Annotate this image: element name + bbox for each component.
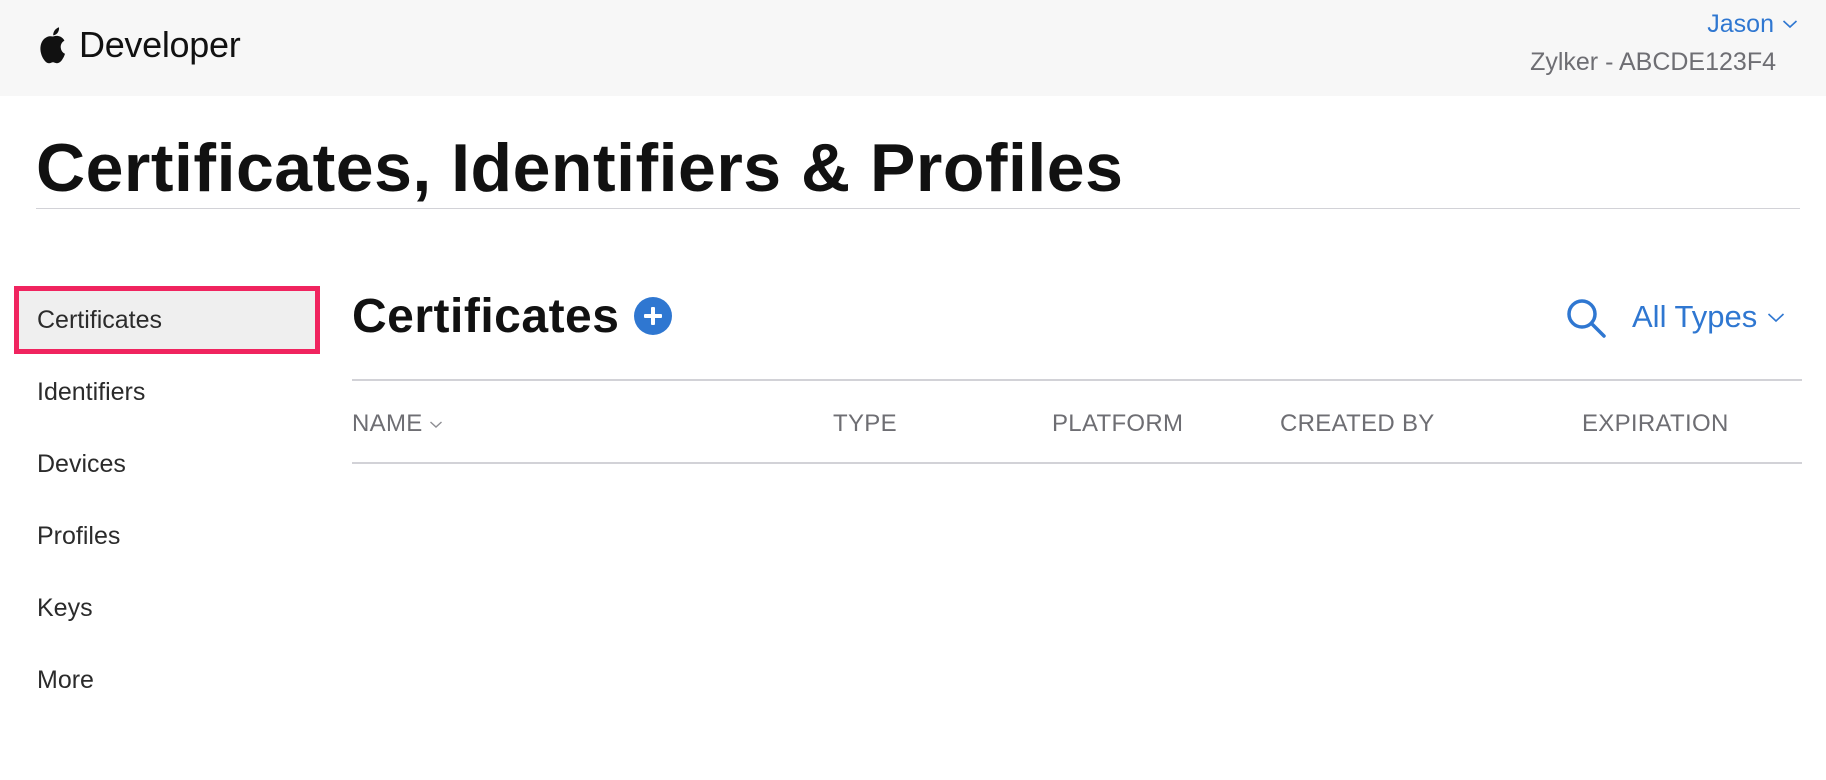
brand-name: Developer [79, 24, 241, 65]
sidebar-item-keys[interactable]: Keys [14, 574, 320, 642]
column-header-name[interactable]: NAME [352, 404, 443, 444]
sidebar-item-label: Keys [37, 593, 93, 622]
developer-home-link[interactable]: Developer [37, 20, 241, 70]
column-header-label: NAME [352, 410, 423, 437]
sidebar-item-identifiers[interactable]: Identifiers [14, 358, 320, 426]
column-header-label: EXPIRATION [1582, 410, 1729, 437]
top-navigation-bar: Developer Jason Zylker - ABCDE123F4 [0, 0, 1826, 96]
column-header-label: TYPE [833, 410, 897, 437]
sidebar-item-label: Identifiers [37, 377, 146, 406]
sidebar-item-label: Certificates [37, 305, 163, 334]
column-header-expiration[interactable]: EXPIRATION [1582, 404, 1729, 444]
column-header-label: PLATFORM [1052, 410, 1184, 437]
sidebar-item-more[interactable]: More [14, 646, 320, 714]
search-icon [1567, 299, 1606, 338]
table-header-divider [352, 462, 1802, 464]
user-menu[interactable]: Jason [1707, 8, 1798, 40]
table-top-divider [352, 379, 1802, 381]
type-filter-label: All Types [1632, 299, 1758, 334]
type-filter-dropdown[interactable]: All Types [1632, 296, 1785, 338]
add-certificate-button[interactable] [633, 296, 673, 336]
column-header-platform[interactable]: PLATFORM [1052, 404, 1183, 444]
chevron-down-icon [1782, 19, 1798, 29]
sidebar-item-certificates[interactable]: Certificates [14, 286, 320, 354]
chevron-down-icon [429, 420, 443, 429]
search-button[interactable] [1563, 295, 1611, 343]
sidebar-item-label: Devices [37, 449, 126, 478]
chevron-down-icon [1767, 312, 1785, 323]
sidebar-item-label: Profiles [37, 521, 121, 550]
title-divider [36, 208, 1800, 209]
column-header-created-by[interactable]: CREATED BY [1280, 404, 1435, 444]
apple-logo-icon [37, 26, 69, 64]
team-name: Zylker - ABCDE123F4 [1530, 47, 1776, 76]
section-title-text: Certificates [352, 289, 620, 343]
sidebar-item-label: More [37, 665, 94, 694]
user-name-label: Jason [1707, 9, 1774, 38]
column-header-type[interactable]: TYPE [833, 404, 897, 444]
page-title: Certificates, Identifiers & Profiles [36, 130, 1124, 206]
sidebar-item-profiles[interactable]: Profiles [14, 502, 320, 570]
section-title: Certificates [352, 285, 673, 347]
sidebar-item-devices[interactable]: Devices [14, 430, 320, 498]
column-header-label: CREATED BY [1280, 410, 1435, 437]
